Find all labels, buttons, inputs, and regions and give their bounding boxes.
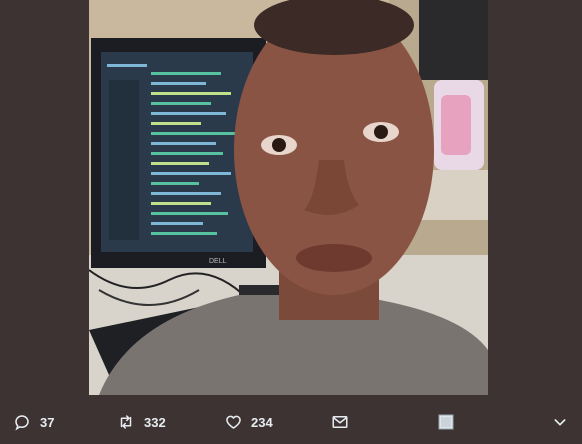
reply-button[interactable]: 37 xyxy=(12,400,54,444)
retweet-count: 332 xyxy=(144,414,166,430)
reply-icon xyxy=(12,412,32,432)
chevron-down-icon xyxy=(550,412,570,432)
envelope-icon xyxy=(330,412,350,432)
more-options-button[interactable] xyxy=(550,400,570,444)
like-button[interactable]: 234 xyxy=(223,400,273,444)
selfie-image: DELL xyxy=(89,0,488,395)
media-viewer: DELL 37 332 234 xyxy=(0,0,582,444)
heart-icon xyxy=(223,412,243,432)
like-count: 234 xyxy=(251,414,273,430)
retweet-button[interactable]: 332 xyxy=(116,400,166,444)
monitor-brand: DELL xyxy=(209,258,227,265)
direct-message-button[interactable] xyxy=(330,400,350,444)
image-icon xyxy=(436,412,456,432)
retweet-icon xyxy=(116,412,136,432)
tweet-photo[interactable]: DELL xyxy=(89,0,488,395)
tweet-action-bar: 37 332 234 xyxy=(0,400,582,444)
reply-count: 37 xyxy=(40,414,55,430)
media-button[interactable] xyxy=(436,400,456,444)
